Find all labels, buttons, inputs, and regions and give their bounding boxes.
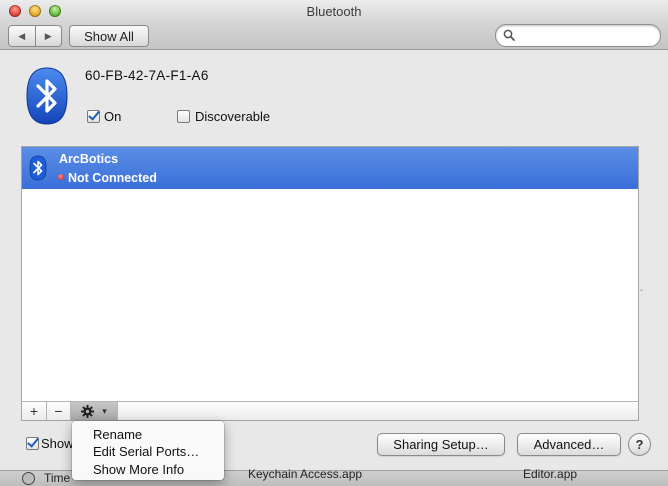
discoverable-checkbox[interactable] bbox=[177, 110, 190, 123]
status-indicator-icon bbox=[58, 174, 64, 180]
search-icon bbox=[503, 29, 515, 41]
back-button[interactable]: ◀ bbox=[9, 26, 36, 46]
show-label: Show bbox=[41, 436, 74, 451]
gear-icon bbox=[81, 404, 95, 418]
on-label: On bbox=[104, 109, 122, 124]
menu-item-rename[interactable]: Rename bbox=[93, 427, 142, 442]
sharing-setup-button[interactable]: Sharing Setup… bbox=[377, 433, 505, 456]
navigation-buttons: ◀ ▶ bbox=[8, 25, 62, 47]
discoverable-label: Discoverable bbox=[195, 109, 271, 124]
background-text-right: Editor.app bbox=[523, 467, 578, 481]
bluetooth-logo-icon bbox=[26, 67, 68, 125]
window-title: Bluetooth bbox=[306, 4, 362, 19]
time-machine-icon bbox=[22, 472, 35, 485]
menu-item-show-more-info[interactable]: Show More Info bbox=[93, 462, 184, 477]
device-name: ArcBotics bbox=[59, 152, 119, 166]
bluetooth-icon bbox=[29, 155, 47, 181]
list-item[interactable]: ArcBotics Not Connected bbox=[22, 147, 638, 189]
triangle-left-icon: ◀ bbox=[18, 30, 26, 41]
show-all-button[interactable]: Show All bbox=[69, 25, 149, 47]
on-checkbox[interactable] bbox=[87, 110, 100, 123]
menu-item-edit-serial-ports[interactable]: Edit Serial Ports… bbox=[93, 444, 199, 459]
add-device-button[interactable]: + bbox=[22, 402, 47, 420]
device-address: 60-FB-42-7A-F1-A6 bbox=[85, 68, 209, 83]
device-list[interactable]: ArcBotics Not Connected bbox=[21, 146, 639, 402]
split-view-handle[interactable]: ‸ bbox=[640, 281, 643, 292]
action-menu-button[interactable]: ▾ bbox=[71, 402, 118, 420]
advanced-button[interactable]: Advanced… bbox=[517, 433, 621, 456]
search-field[interactable] bbox=[495, 24, 661, 47]
triangle-right-icon: ▶ bbox=[44, 30, 52, 41]
background-text-middle: Keychain Access.app bbox=[248, 467, 363, 481]
background-text-left: Time bbox=[44, 471, 71, 485]
action-context-menu: Rename Edit Serial Ports… Show More Info bbox=[72, 421, 224, 480]
remove-device-button[interactable]: − bbox=[47, 402, 71, 420]
show-checkbox[interactable] bbox=[26, 437, 39, 450]
list-control-bar: + − ▾ bbox=[21, 401, 639, 421]
search-input[interactable] bbox=[518, 27, 654, 45]
title-bar: Bluetooth bbox=[0, 0, 668, 22]
dropdown-arrow-icon: ▾ bbox=[102, 405, 107, 416]
device-status: Not Connected bbox=[68, 171, 157, 185]
forward-button[interactable]: ▶ bbox=[36, 26, 62, 46]
help-button[interactable]: ? bbox=[628, 433, 651, 456]
